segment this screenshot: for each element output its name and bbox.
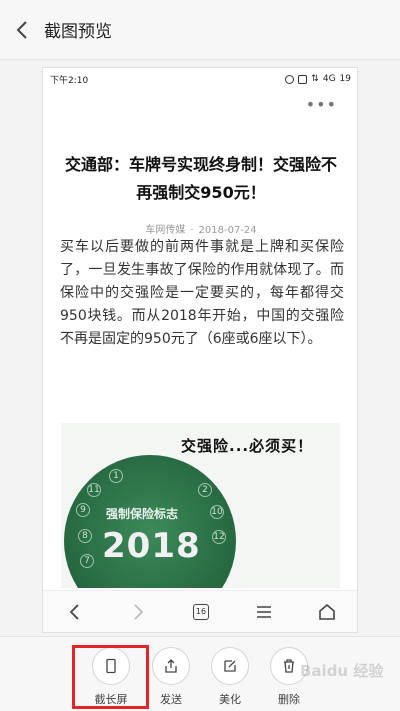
- back-arrow-icon: [16, 20, 27, 39]
- browser-toolbar: 16: [43, 590, 357, 632]
- action-label: 删除: [278, 693, 300, 706]
- page-title: 截图预览: [44, 22, 112, 42]
- watermark: Baidu 经验: [300, 662, 384, 680]
- chevron-right-icon: [134, 604, 144, 620]
- home-icon: [319, 603, 336, 620]
- browser-back-button[interactable]: [60, 597, 90, 627]
- menu-icon: [257, 606, 272, 618]
- status-bar: 下午2:10 ⇅ 4G 19: [43, 68, 357, 90]
- article-body: 买车以后要做的前两件事就是上牌和买保险了，一旦发生事故了保险的作用就体现了。而保…: [60, 239, 344, 347]
- vibrate-icon: [298, 74, 308, 84]
- beautify-button[interactable]: 美化: [200, 647, 260, 707]
- status-time: 下午2:10: [50, 75, 89, 86]
- alarm-icon: [285, 74, 295, 84]
- sticker-month: 12: [212, 530, 226, 544]
- more-icon[interactable]: •••: [306, 97, 337, 113]
- send-button[interactable]: 发送: [141, 647, 201, 707]
- tab-count: 16: [192, 604, 209, 620]
- action-label: 美化: [219, 693, 241, 706]
- article-date: 2018-07-24: [198, 225, 257, 236]
- sticker-month: 9: [76, 503, 90, 517]
- sticker-month: 10: [210, 505, 224, 519]
- sticker-month: 1: [109, 469, 123, 483]
- sticker-month: 7: [80, 554, 94, 568]
- signal-icon: ⇅: [311, 74, 319, 84]
- highlight-annotation: [72, 645, 149, 709]
- trash-icon: [284, 659, 294, 673]
- sticker-year: 2018: [102, 526, 201, 566]
- share-icon: [165, 659, 177, 673]
- top-bar: 截图预览: [0, 0, 400, 60]
- screenshot-preview[interactable]: 下午2:10 ⇅ 4G 19 ••• 交通部：车牌号实现终身制！交强险不再强制交…: [42, 67, 358, 633]
- article-image: 交强险...必须买！ 1 11 9 8 7 2 10 12 强制保险标志 201…: [61, 423, 340, 588]
- article-meta: 车网传媒 · 2018-07-24: [145, 225, 257, 236]
- sticker-label: 强制保险标志: [106, 507, 179, 521]
- browser-forward-button[interactable]: [123, 597, 153, 627]
- network-type: 4G: [322, 74, 336, 84]
- action-label: 发送: [160, 693, 182, 706]
- chevron-left-icon: [69, 604, 79, 620]
- sticker-month: 11: [87, 483, 101, 497]
- back-button[interactable]: [0, 0, 44, 60]
- insurance-sticker: 1 11 9 8 7 2 10 12 强制保险标志 2018: [64, 455, 236, 588]
- battery-level: 19: [339, 74, 351, 84]
- article-source[interactable]: 车网传媒: [145, 225, 185, 236]
- menu-button[interactable]: [249, 597, 279, 627]
- article-title: 交通部：车牌号实现终身制！交强险不再强制交950元！: [64, 155, 337, 202]
- sticker-month: 2: [198, 483, 212, 497]
- home-button[interactable]: [312, 597, 342, 627]
- edit-icon: [224, 660, 236, 672]
- tabs-button[interactable]: 16: [186, 597, 216, 627]
- sticker-month: 8: [78, 529, 92, 543]
- image-caption: 交强险...必须买！: [181, 437, 314, 455]
